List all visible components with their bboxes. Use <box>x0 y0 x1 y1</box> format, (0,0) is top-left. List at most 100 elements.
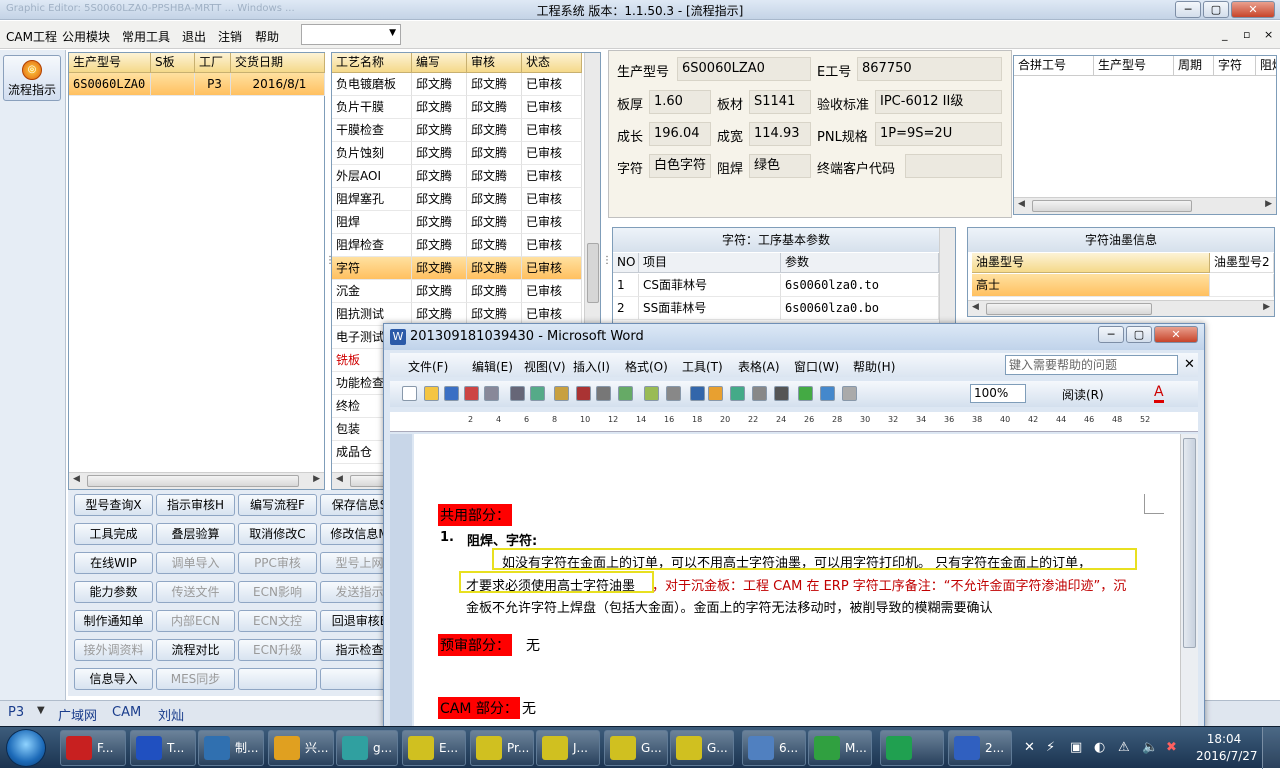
col-header-char[interactable]: 字符 <box>1214 56 1256 76</box>
taskbar-item[interactable] <box>880 730 944 766</box>
taskbar-item[interactable]: G... <box>670 730 734 766</box>
toolbar-icon[interactable] <box>644 386 659 401</box>
function-button[interactable]: PPC审核 <box>238 552 317 574</box>
menu-cam[interactable]: CAM工程 <box>6 28 57 45</box>
start-button[interactable] <box>6 729 46 767</box>
process-cell-author[interactable]: 邱文腾 <box>412 211 467 234</box>
process-cell-status[interactable]: 已审核 <box>522 211 582 234</box>
function-button[interactable]: 型号查询X <box>74 494 153 516</box>
process-cell-name[interactable]: 干膜检查 <box>332 119 412 142</box>
word-minimize-button[interactable]: ─ <box>1098 326 1124 343</box>
process-cell-status[interactable]: 已审核 <box>522 119 582 142</box>
process-cell-author[interactable]: 邱文腾 <box>412 165 467 188</box>
minimize-button[interactable]: ─ <box>1175 1 1201 18</box>
toolbar-icon[interactable] <box>798 386 813 401</box>
scroll-left-icon[interactable]: ◀ <box>1018 199 1025 209</box>
toolbar-icon[interactable] <box>424 386 439 401</box>
word-menu-tools[interactable]: 工具(T) <box>682 358 723 375</box>
show-desktop-button[interactable] <box>1262 727 1280 769</box>
process-cell-status[interactable]: 已审核 <box>522 280 582 303</box>
scroll-thumb[interactable] <box>1183 438 1196 648</box>
orders-hscroll[interactable]: ◀ ▶ <box>69 472 324 489</box>
scroll-left-icon[interactable]: ◀ <box>73 474 80 484</box>
tray-icon[interactable]: ⚠ <box>1118 740 1130 755</box>
word-menu-window[interactable]: 窗口(W) <box>794 358 839 375</box>
scroll-thumb[interactable] <box>587 243 599 303</box>
toolbar-icon[interactable] <box>774 386 789 401</box>
toolbar-icon[interactable] <box>618 386 633 401</box>
params-vscroll[interactable] <box>939 228 955 326</box>
maximize-button[interactable]: ▢ <box>1203 1 1229 18</box>
taskbar-item[interactable]: 兴... <box>268 730 334 766</box>
process-cell-reviewer[interactable]: 邱文腾 <box>467 257 522 280</box>
col-header-delivery[interactable]: 交货日期 <box>231 53 325 73</box>
scroll-thumb[interactable] <box>986 303 1152 315</box>
ink-hscroll[interactable]: ◀ ▶ <box>968 300 1274 316</box>
word-vscroll[interactable] <box>1180 434 1198 727</box>
word-menu-insert[interactable]: 插入(I) <box>573 358 610 375</box>
col-header-factory[interactable]: 工厂 <box>195 53 231 73</box>
word-menu-file[interactable]: 文件(F) <box>408 358 448 375</box>
word-close-button[interactable]: ✕ <box>1154 326 1198 343</box>
flow-indicator-button[interactable]: ◎ 流程指示 <box>3 55 61 101</box>
toolbar-icon[interactable] <box>530 386 545 401</box>
scroll-thumb[interactable] <box>1032 200 1192 212</box>
word-maximize-button[interactable]: ▢ <box>1126 326 1152 343</box>
toolbar-icon[interactable] <box>842 386 857 401</box>
process-cell-reviewer[interactable]: 邱文腾 <box>467 96 522 119</box>
order-cell-factory[interactable]: P3 <box>195 73 231 96</box>
tray-icon[interactable]: ◐ <box>1094 740 1105 755</box>
toolbar-icon[interactable] <box>484 386 499 401</box>
taskbar-item[interactable]: F... <box>60 730 126 766</box>
function-button[interactable]: 流程对比 <box>156 639 235 661</box>
toolbar-icon[interactable] <box>554 386 569 401</box>
process-cell-author[interactable]: 邱文腾 <box>412 119 467 142</box>
function-button[interactable]: 信息导入 <box>74 668 153 690</box>
process-cell-reviewer[interactable]: 邱文腾 <box>467 280 522 303</box>
read-mode-button[interactable]: 阅读(R) <box>1062 386 1104 403</box>
toolbar-icon[interactable] <box>820 386 835 401</box>
process-cell-status[interactable]: 已审核 <box>522 96 582 119</box>
process-cell-reviewer[interactable]: 邱文腾 <box>467 165 522 188</box>
col-header-param[interactable]: 参数 <box>781 253 939 273</box>
function-button[interactable]: ECN文控 <box>238 610 317 632</box>
col-header-s-board[interactable]: S板 <box>151 53 195 73</box>
taskbar-item[interactable]: G... <box>604 730 668 766</box>
process-cell-author[interactable]: 邱文腾 <box>412 96 467 119</box>
col-header-status[interactable]: 状态 <box>522 53 582 73</box>
process-cell-reviewer[interactable]: 邱文腾 <box>467 234 522 257</box>
function-button[interactable]: 能力参数 <box>74 581 153 603</box>
function-button[interactable]: 叠层验算 <box>156 523 235 545</box>
mdi-close-button[interactable]: × <box>1264 28 1273 41</box>
toolbar-icon[interactable] <box>402 386 417 401</box>
ink-cell-model[interactable]: 高士 <box>972 274 1210 297</box>
word-menu-view[interactable]: 视图(V) <box>524 358 566 375</box>
process-cell-status[interactable]: 已审核 <box>522 188 582 211</box>
process-cell-reviewer[interactable]: 邱文腾 <box>467 211 522 234</box>
taskbar-item[interactable]: J... <box>536 730 600 766</box>
col-header-no[interactable]: NO <box>613 253 639 273</box>
process-cell-name[interactable]: 负片蚀刻 <box>332 142 412 165</box>
toolbar-icon[interactable] <box>730 386 745 401</box>
process-cell-name[interactable]: 负电镀磨板 <box>332 73 412 96</box>
process-cell-name[interactable]: 阻焊塞孔 <box>332 188 412 211</box>
taskbar-item[interactable]: 2... <box>948 730 1012 766</box>
col-header-ink-model[interactable]: 油墨型号 <box>972 253 1210 273</box>
col-header-merge-model[interactable]: 生产型号 <box>1094 56 1174 76</box>
toolbar-icon[interactable] <box>596 386 611 401</box>
process-cell-name[interactable]: 沉金 <box>332 280 412 303</box>
menu-help[interactable]: 帮助 <box>255 28 279 45</box>
process-cell-author[interactable]: 邱文腾 <box>412 280 467 303</box>
toolbar-icon[interactable] <box>510 386 525 401</box>
col-header-process-name[interactable]: 工艺名称 <box>332 53 412 73</box>
network-icon[interactable]: ✖ <box>1166 740 1177 755</box>
function-button[interactable]: 在线WIP <box>74 552 153 574</box>
taskbar-item[interactable]: 制... <box>198 730 264 766</box>
toolbar-icon[interactable] <box>576 386 591 401</box>
col-header-ink-model2[interactable]: 油墨型号2 <box>1210 253 1274 273</box>
chevron-down-icon[interactable]: ▼ <box>37 705 45 716</box>
function-button[interactable]: MES同步 <box>156 668 235 690</box>
scroll-thumb[interactable] <box>87 475 299 487</box>
toolbar-icon[interactable] <box>464 386 479 401</box>
tray-icon[interactable]: ⚡ <box>1046 740 1055 755</box>
